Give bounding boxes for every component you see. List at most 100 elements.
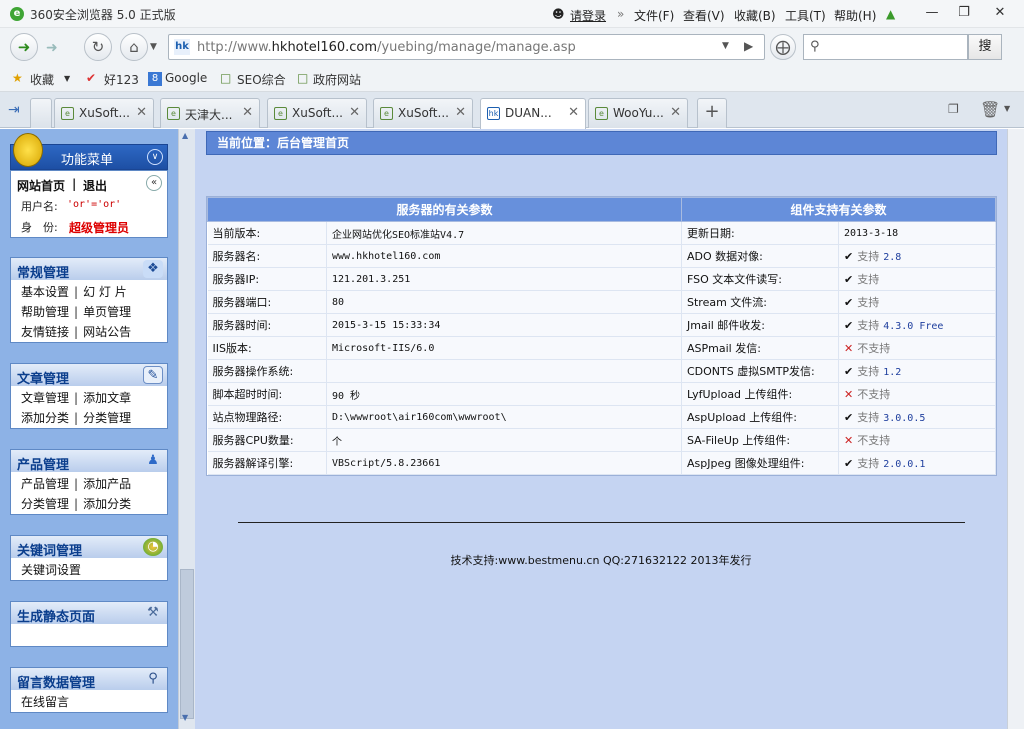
- status-text: 支持: [857, 365, 880, 378]
- maximize-button[interactable]: ❐: [948, 2, 980, 24]
- tab-blank[interactable]: [30, 98, 52, 128]
- component-label: ASPmail 发信:: [681, 336, 839, 360]
- menu-basic-settings[interactable]: 基本设置: [21, 285, 69, 299]
- tab-4[interactable]: e XuSoft... ✕: [373, 98, 473, 128]
- back-button[interactable]: ➜: [10, 33, 38, 61]
- version-text: 1.2: [883, 367, 902, 378]
- search-icon: ⚲: [810, 39, 820, 54]
- fav-hao123[interactable]: 好123: [104, 71, 139, 88]
- server-param-label: 服务器名:: [207, 244, 327, 268]
- close-icon[interactable]: ✕: [455, 105, 466, 120]
- address-bar[interactable]: hk http://www.hkhotel160.com/yuebing/man…: [168, 34, 765, 60]
- skin-icon[interactable]: ▲: [886, 7, 895, 21]
- menu-view[interactable]: 查看(V): [683, 7, 725, 24]
- menu-page-manage[interactable]: 单页管理: [83, 305, 131, 319]
- menu-online-message[interactable]: 在线留言: [21, 695, 69, 709]
- component-label: Stream 文件流:: [681, 290, 839, 314]
- chevron-down-icon[interactable]: ▼: [150, 42, 157, 52]
- page-icon: e: [167, 107, 180, 120]
- close-icon[interactable]: ✕: [349, 105, 360, 120]
- menu-keyword-settings[interactable]: 关键词设置: [21, 563, 81, 577]
- search-button[interactable]: 搜: [968, 34, 1002, 60]
- parameters-table: 服务器的有关参数 组件支持有关参数 当前版本: 企业网站优化SEO标准站V4.7 更…: [206, 196, 997, 476]
- menu-product-category[interactable]: 分类管理: [21, 497, 69, 511]
- user-icon[interactable]: ☻: [552, 7, 565, 21]
- server-param-value: D:\wwwroot\air160com\wwwroot\: [326, 405, 682, 429]
- tab-list-icon[interactable]: ❐: [948, 102, 959, 116]
- check-icon: ✔: [844, 411, 854, 424]
- chevron-down-icon[interactable]: ▼: [1004, 104, 1010, 113]
- scroll-down-icon[interactable]: ▼: [182, 713, 188, 722]
- table-row: 服务器解译引擎: VBScript/5.8.23661 AspJpeg 图像处理组件…: [207, 451, 996, 475]
- close-icon[interactable]: ✕: [242, 105, 253, 120]
- menu-help[interactable]: 帮助(H): [834, 7, 876, 24]
- address-url[interactable]: http://www.hkhotel160.com/yuebing/manage…: [197, 40, 576, 55]
- scroll-thumb[interactable]: [180, 569, 194, 719]
- table-row: 服务器端口: 80 Stream 文件流: ✔ 支持: [207, 290, 996, 314]
- trash-icon[interactable]: 🗑: [980, 100, 1000, 119]
- fav-collect[interactable]: 收藏: [30, 71, 54, 88]
- tab-2[interactable]: e 天津大... ✕: [160, 98, 260, 128]
- fav-seo[interactable]: SEO综合: [237, 71, 286, 88]
- tab-6[interactable]: e WooYu... ✕: [588, 98, 688, 128]
- menu-help-manage[interactable]: 帮助管理: [21, 305, 69, 319]
- menu-slideshow[interactable]: 幻 灯 片: [83, 285, 127, 299]
- tab-active[interactable]: hk DUAN... ✕: [480, 98, 586, 129]
- menu-tools[interactable]: 工具(T): [785, 7, 826, 24]
- close-button[interactable]: ✕: [984, 2, 1016, 24]
- collapse-icon[interactable]: ∨: [147, 149, 163, 165]
- left-scrollbar[interactable]: ▲ ▼: [178, 129, 195, 729]
- home-button[interactable]: ⌂: [120, 33, 148, 61]
- dropdown-icon[interactable]: ▼: [64, 74, 70, 83]
- check-icon: ✔: [844, 273, 854, 286]
- status-text: 支持: [857, 273, 880, 286]
- status-text: 支持: [857, 250, 880, 263]
- tab-1[interactable]: e XuSoft... ✕: [54, 98, 154, 128]
- close-icon[interactable]: ✕: [136, 105, 147, 120]
- fav-gov[interactable]: 政府网站: [313, 71, 361, 88]
- username-label: 用户名:: [21, 200, 58, 213]
- menu-title: 功能菜单: [61, 153, 114, 168]
- menu-add-article[interactable]: 添加文章: [83, 391, 131, 405]
- go-icon[interactable]: ▶: [744, 39, 753, 53]
- component-label: FSO 文本文件读写:: [681, 267, 839, 291]
- role-value: 超级管理员: [69, 221, 130, 235]
- menu-add-category[interactable]: 添加分类: [21, 411, 69, 425]
- home-link[interactable]: 网站首页: [17, 177, 65, 194]
- menu-friend-links[interactable]: 友情链接: [21, 325, 69, 339]
- main-scrollbar[interactable]: [1007, 129, 1024, 729]
- menu-add-product-category[interactable]: 添加分类: [83, 497, 131, 511]
- close-icon[interactable]: ✕: [568, 105, 579, 120]
- login-link[interactable]: 请登录: [570, 7, 606, 24]
- scroll-up-icon[interactable]: ▲: [182, 131, 188, 140]
- tab-3[interactable]: e XuSoft... ✕: [267, 98, 367, 128]
- menu-add-product[interactable]: 添加产品: [83, 477, 131, 491]
- search-input[interactable]: ⚲: [803, 34, 968, 60]
- site-favicon-icon: hk: [487, 107, 500, 120]
- refresh-button[interactable]: ↻: [84, 33, 112, 61]
- menu-announcement[interactable]: 网站公告: [83, 325, 131, 339]
- cross-icon: ✕: [844, 388, 854, 401]
- collapse-left-icon[interactable]: «: [146, 175, 162, 191]
- page-icon: e: [380, 107, 393, 120]
- close-icon[interactable]: ✕: [670, 105, 681, 120]
- component-status: 2013-3-18: [838, 221, 996, 245]
- server-param-label: 服务器操作系统:: [207, 359, 327, 383]
- menu-product-manage[interactable]: 产品管理: [21, 477, 69, 491]
- status-text: 支持: [857, 319, 880, 332]
- hao123-icon: ✔: [86, 71, 97, 85]
- sidebar-toggle-icon[interactable]: ⇥: [8, 102, 20, 118]
- minimize-button[interactable]: —: [916, 2, 948, 24]
- menu-article-manage[interactable]: 文章管理: [21, 391, 69, 405]
- fav-google[interactable]: Google: [165, 71, 207, 85]
- address-dropdown-icon[interactable]: ▼: [722, 41, 729, 51]
- menu-file[interactable]: 文件(F): [634, 7, 674, 24]
- table-row: 服务器操作系统: CDONTS 虚拟SMTP发信: ✔ 支持 1.2: [207, 359, 996, 383]
- forward-button[interactable]: ➜: [46, 40, 58, 56]
- logout-link[interactable]: 退出: [83, 177, 107, 194]
- menu-favorites[interactable]: 收藏(B): [734, 7, 776, 24]
- new-tab-button[interactable]: +: [697, 98, 727, 128]
- shield-icon[interactable]: ⨁: [770, 34, 796, 60]
- menu-category-manage[interactable]: 分类管理: [83, 411, 131, 425]
- star-icon: ★: [12, 71, 23, 85]
